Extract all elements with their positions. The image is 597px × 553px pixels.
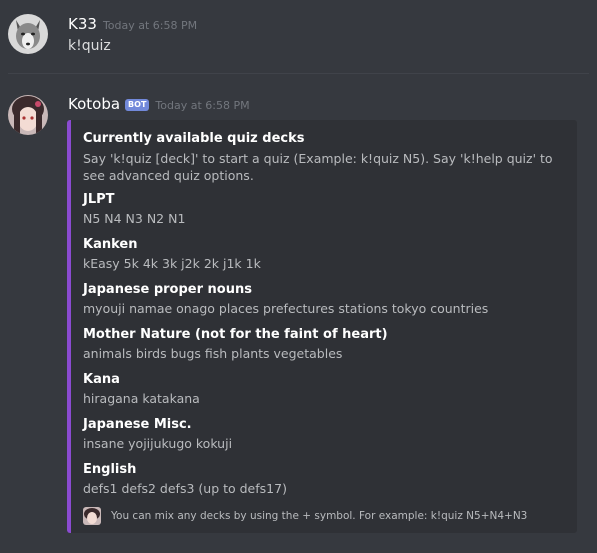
field-name-kanken: Kanken bbox=[83, 237, 138, 252]
field-name-kana: Kana bbox=[83, 372, 120, 387]
message-timestamp: Today at 6:58 PM bbox=[155, 99, 250, 112]
field-value-english: defs1 defs2 defs3 (up to defs17) bbox=[83, 481, 287, 496]
field-value-mother-nature: animals birds bugs fish plants vegetable… bbox=[83, 346, 343, 361]
field-name-jlpt: JLPT bbox=[83, 192, 115, 207]
field-name-proper-nouns: Japanese proper nouns bbox=[83, 282, 252, 297]
message-divider bbox=[8, 73, 589, 74]
author-line: K33 Today at 6:58 PM bbox=[68, 15, 197, 33]
anime-girl-avatar-icon[interactable] bbox=[8, 95, 48, 135]
field-name-english: English bbox=[83, 462, 137, 477]
message-timestamp: Today at 6:58 PM bbox=[102, 19, 198, 32]
message-content: k!quiz bbox=[68, 38, 111, 54]
author-name[interactable]: K33 bbox=[68, 15, 97, 33]
chat-messages: K33 Today at 6:58 PM k!quiz Kotoba BOT T… bbox=[0, 0, 597, 553]
author-line: Kotoba BOT Today at 6:58 PM bbox=[68, 95, 250, 113]
field-value-kanken: kEasy 5k 4k 3k j2k 2k j1k 1k bbox=[83, 256, 261, 271]
field-name-japanese-misc: Japanese Misc. bbox=[83, 417, 192, 432]
field-value-proper-nouns: myouji namae onago places prefectures st… bbox=[83, 301, 489, 316]
embed-title: Currently available quiz decks bbox=[83, 131, 305, 146]
embed-footer: You can mix any decks by using the + sym… bbox=[83, 507, 527, 525]
embed-description: Say 'k!quiz [deck]' to start a quiz (Exa… bbox=[83, 151, 553, 183]
author-name[interactable]: Kotoba bbox=[68, 95, 120, 113]
field-name-mother-nature: Mother Nature (not for the faint of hear… bbox=[83, 327, 388, 342]
bot-badge: BOT bbox=[125, 99, 150, 111]
field-value-jlpt: N5 N4 N3 N2 N1 bbox=[83, 211, 186, 226]
field-value-kana: hiragana katakana bbox=[83, 391, 200, 406]
kotoba-footer-icon bbox=[83, 507, 101, 525]
quiz-decks-embed: Currently available quiz decks Say 'k!qu… bbox=[67, 120, 577, 533]
embed-footer-text: You can mix any decks by using the + sym… bbox=[111, 510, 528, 522]
field-value-japanese-misc: insane yojijukugo kokuji bbox=[83, 436, 233, 451]
wolf-avatar-icon[interactable] bbox=[8, 14, 48, 54]
